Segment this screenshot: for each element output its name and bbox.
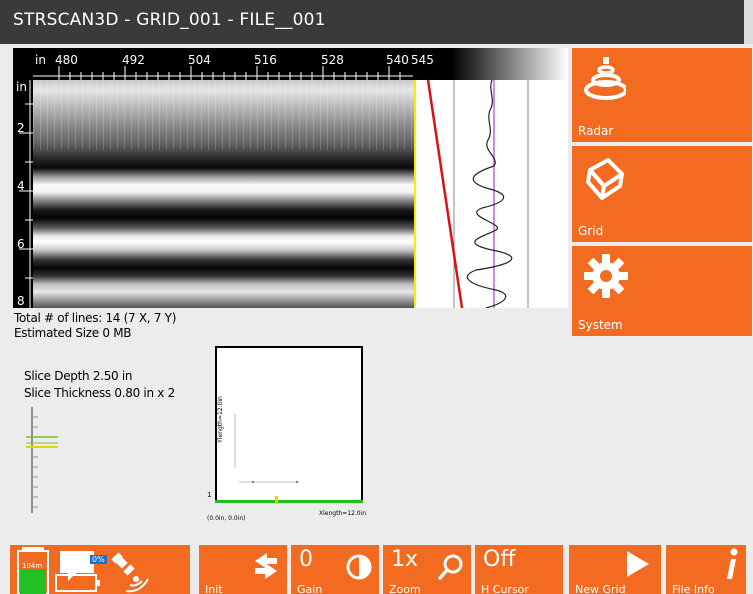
top-ruler-ticks [33,66,413,80]
file-info-label: File Info [672,583,715,594]
new-grid-label: New Grid [575,583,626,594]
init-label: Init [205,583,223,594]
memory-text: 104m [22,562,43,570]
magnifier-icon [438,554,463,580]
grid-overview-plot [234,414,299,484]
slice-depth-text: Slice Depth 2.50 in [24,369,133,383]
grid-row-marker: 1 [207,491,212,499]
estimated-size-text: Estimated Size 0 MB [14,326,132,340]
bscan-image[interactable] [33,80,414,308]
bottom-toolbar: 104m 0% Init 0 Gain 1x Zoom Off H Cursor… [0,545,753,594]
grid-cursor-marker [275,496,278,504]
zoom-value: 1x [391,547,419,572]
bscan-view[interactable]: in 480 492 504 516 528 540 545 in 2 4 6 … [13,48,568,308]
gear-icon [584,254,628,298]
zoom-label: Zoom [389,583,421,594]
status-panel[interactable]: 104m 0% [10,545,190,594]
x-length-label: Xlength=12.0in [319,510,367,517]
radar-button[interactable]: Radar [572,48,752,142]
grid-x-axis [215,500,363,503]
cube-icon [586,158,624,200]
grid-origin-label: (0.0in, 0.0in) [207,515,246,522]
gain-button[interactable]: 0 Gain [291,545,379,594]
gain-label: Gain [297,583,323,594]
init-button[interactable]: Init [199,545,287,594]
contrast-icon [346,554,372,580]
h-cursor-label: H Cursor [481,583,529,594]
gain-value: 0 [299,547,313,572]
left-ruler-ticks [19,80,33,308]
gps-satellite-icon [111,552,149,593]
grid-overview[interactable]: Ylength=12.0in [215,346,363,502]
battery-icon [55,551,100,592]
battery-text: 0% [90,555,107,564]
title-bar: STRSCAN3D - GRID_001 - FILE__001 [0,0,753,44]
play-icon [627,551,649,577]
file-info-button[interactable]: File Info [666,545,746,594]
info-icon [727,548,738,579]
h-cursor-button[interactable]: Off H Cursor [475,545,563,594]
radar-icon [584,57,626,100]
top-ruler-fade [413,48,568,80]
waveform-panel [416,79,568,308]
total-lines-text: Total # of lines: 14 (7 X, 7 Y) [14,311,177,325]
new-grid-button[interactable]: New Grid [569,545,661,594]
left-ruler: in 2 4 6 8 [13,80,33,308]
title-bar-edge [744,0,753,44]
system-label: System [578,318,623,332]
h-cursor-value: Off [483,547,516,572]
grid-label: Grid [578,224,604,238]
grid-button[interactable]: Grid [572,146,752,242]
system-button[interactable]: System [572,246,752,336]
window-title: STRSCAN3D - GRID_001 - FILE__001 [13,10,326,30]
depth-slice-scale[interactable] [22,405,62,515]
waveform-trace [426,79,529,308]
top-ruler: in 480 492 504 516 528 540 545 [13,48,568,80]
zoom-button[interactable]: 1x Zoom [383,545,471,594]
slice-thickness-text: Slice Thickness 0.80 in x 2 [24,386,175,400]
top-ruler-label: 545 [411,53,434,67]
bscan-texture [33,80,414,150]
refresh-arrows-icon [255,553,277,579]
radar-label: Radar [578,124,614,138]
y-length-label: Ylength=12.0in [216,396,224,443]
